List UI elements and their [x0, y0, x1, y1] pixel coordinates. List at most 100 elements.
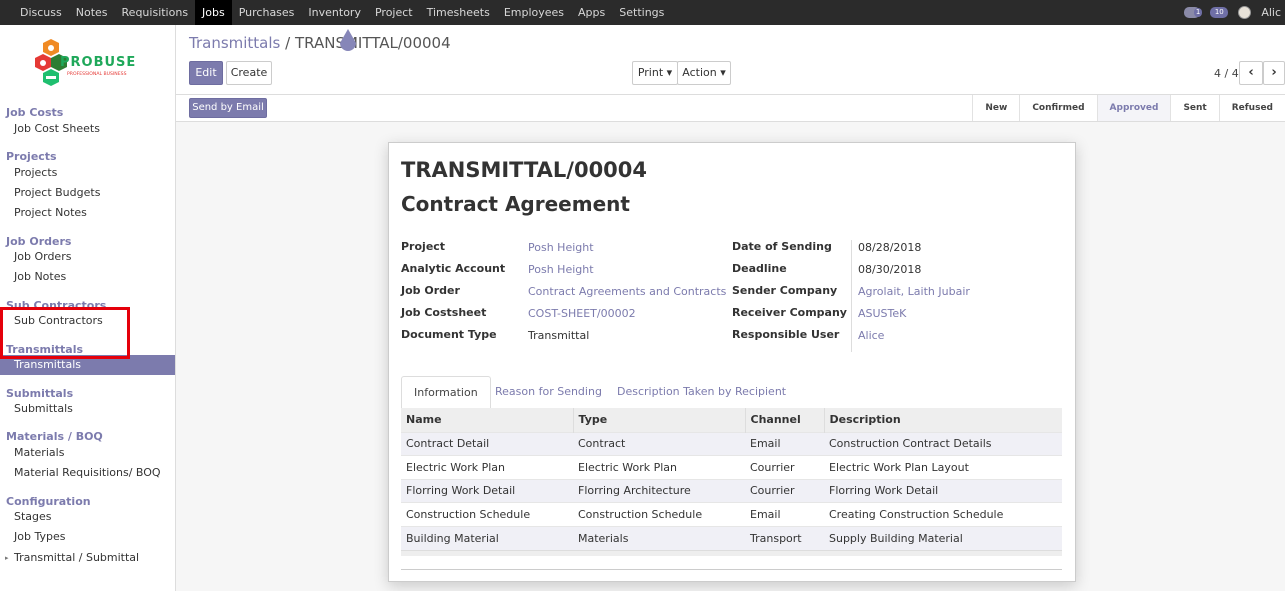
- top-menu-project[interactable]: Project: [368, 0, 420, 25]
- breadcrumb: Transmittals / TRANSMITTAL/00004: [189, 34, 451, 52]
- top-menu-apps[interactable]: Apps: [571, 0, 612, 25]
- top-menu-requisitions[interactable]: Requisitions: [115, 0, 196, 25]
- top-menu-jobs[interactable]: Jobs: [195, 0, 232, 25]
- sidebar-item-submittals[interactable]: Submittals: [0, 399, 175, 419]
- field-value-project[interactable]: Posh Height: [528, 241, 594, 254]
- sidebar-item-job-orders[interactable]: Job Orders: [0, 247, 175, 267]
- field-value-job-order[interactable]: Contract Agreements and Contracts: [528, 285, 726, 298]
- top-menu-employees[interactable]: Employees: [497, 0, 571, 25]
- table-cell-channel: Courrier: [745, 455, 824, 480]
- table-header-row: Name Type Channel Description: [401, 408, 1062, 432]
- breadcrumb-current: TRANSMITTAL/00004: [294, 34, 451, 52]
- information-table: Name Type Channel Description Contract Deta…: [401, 408, 1062, 550]
- stage-confirmed[interactable]: Confirmed: [1019, 95, 1096, 121]
- tab-information[interactable]: Information: [401, 376, 491, 409]
- column-header-name[interactable]: Name: [401, 408, 573, 432]
- statusbar: Send by Email New Confirmed Approved Sent Re…: [176, 94, 1285, 122]
- column-header-channel[interactable]: Channel: [744, 408, 824, 432]
- field-value-job-costsheet[interactable]: COST-SHEET/00002: [528, 307, 636, 320]
- table-row[interactable]: Electric Work Plan Electric Work Plan Cour…: [401, 455, 1062, 480]
- field-label-date-of-sending: Date of Sending: [732, 240, 832, 253]
- print-button[interactable]: Print ▾: [632, 61, 678, 85]
- record-reference: TRANSMITTAL/00004: [401, 158, 648, 182]
- sidebar-item-projects[interactable]: Projects: [0, 163, 175, 183]
- top-menu-settings[interactable]: Settings: [612, 0, 671, 25]
- field-label-job-costsheet: Job Costsheet: [401, 306, 487, 319]
- sidebar-item-job-cost-sheets[interactable]: Job Cost Sheets: [0, 119, 175, 139]
- column-header-description[interactable]: Description: [823, 408, 1062, 432]
- sidebar-item-transmittal-submittal[interactable]: Transmittal / Submittal: [0, 548, 175, 568]
- table-cell-channel: Email: [745, 431, 824, 456]
- user-name[interactable]: Alic: [1261, 6, 1281, 19]
- table-cell-description: Construction Contract Details: [824, 431, 1062, 456]
- top-menu-inventory[interactable]: Inventory: [301, 0, 368, 25]
- top-menu-purchases[interactable]: Purchases: [232, 0, 302, 25]
- pager-next-button[interactable]: ›: [1263, 61, 1285, 85]
- field-divider: [851, 240, 852, 352]
- sidebar-item-stages[interactable]: Stages: [0, 507, 175, 527]
- sidebar-item-material-requisitions-boq[interactable]: Material Requisitions/ BOQ: [0, 463, 175, 483]
- field-value-analytic-account[interactable]: Posh Height: [528, 263, 594, 276]
- field-label-sender-company: Sender Company: [732, 284, 838, 297]
- record-name: Contract Agreement: [401, 192, 630, 216]
- main-menu: Discuss Notes Requisitions Jobs Purchases Inv…: [13, 0, 671, 25]
- chevron-right-icon: ›: [1271, 65, 1277, 80]
- table-cell-channel: Courrier: [745, 478, 824, 503]
- table-cell-name: Electric Work Plan: [401, 455, 573, 480]
- caret-down-icon: ▾: [720, 66, 726, 79]
- table-cell-channel: Transport: [745, 525, 824, 550]
- activity-count-badge[interactable]: 10: [1210, 7, 1229, 18]
- stage-pipeline: New Confirmed Approved Sent Refused: [972, 95, 1285, 121]
- field-label-deadline: Deadline: [732, 262, 787, 275]
- sidebar-item-project-budgets[interactable]: Project Budgets: [0, 183, 175, 203]
- send-by-email-button[interactable]: Send by Email: [189, 98, 267, 118]
- field-label-responsible-user: Responsible User: [732, 328, 840, 341]
- stage-approved[interactable]: Approved: [1096, 95, 1171, 121]
- print-label: Print: [637, 66, 664, 79]
- chat-count: 1: [1193, 8, 1203, 17]
- user-avatar[interactable]: [1238, 6, 1252, 19]
- action-button[interactable]: Action ▾: [677, 61, 731, 85]
- table-cell-name: Contract Detail: [401, 431, 573, 456]
- table-row[interactable]: Construction Schedule Construction Schedu…: [401, 502, 1062, 527]
- action-label: Action: [682, 66, 717, 79]
- top-menu-timesheets[interactable]: Timesheets: [420, 0, 497, 25]
- tab-description-taken-by-recipient[interactable]: Description Taken by Recipient: [605, 376, 798, 409]
- field-value-receiver-company[interactable]: ASUSTeK: [858, 307, 906, 320]
- column-header-type[interactable]: Type: [572, 408, 745, 432]
- sidebar-item-job-types[interactable]: Job Types: [0, 527, 175, 547]
- field-value-responsible-user[interactable]: Alice: [858, 329, 884, 342]
- field-value-date-of-sending: 08/28/2018: [858, 241, 922, 254]
- pager-previous-button[interactable]: ‹: [1239, 61, 1263, 85]
- breadcrumb-parent[interactable]: Transmittals: [189, 34, 280, 52]
- table-footer: [401, 550, 1062, 556]
- chat-icon[interactable]: 1: [1184, 7, 1203, 18]
- table-body: Contract Detail Contract Email Construction…: [401, 431, 1062, 550]
- stage-refused[interactable]: Refused: [1218, 95, 1285, 121]
- breadcrumb-separator: /: [285, 34, 291, 52]
- edit-button[interactable]: Edit: [189, 61, 223, 85]
- stage-sent[interactable]: Sent: [1170, 95, 1218, 121]
- tab-reason-for-sending[interactable]: Reason for Sending: [483, 376, 614, 409]
- sidebar-section-materials-boq: Materials / BOQ: [6, 430, 103, 443]
- sidebar-item-materials[interactable]: Materials: [0, 443, 175, 463]
- top-menu-notes[interactable]: Notes: [69, 0, 115, 25]
- sidebar-section-job-costs: Job Costs: [6, 106, 64, 119]
- table-cell-description: Florring Work Detail: [824, 478, 1062, 503]
- table-row[interactable]: Contract Detail Contract Email Construction…: [401, 431, 1062, 456]
- table-bottom-divider: [401, 569, 1062, 570]
- systray: 1 10 Alic: [1184, 0, 1285, 25]
- stage-new[interactable]: New: [972, 95, 1019, 121]
- field-value-sender-company[interactable]: Agrolait, Laith Jubair: [858, 285, 970, 298]
- create-button[interactable]: Create: [226, 61, 272, 85]
- table-cell-name: Construction Schedule: [401, 502, 573, 527]
- table-row[interactable]: Building Material Materials Transport Suppl…: [401, 525, 1062, 550]
- notebook-tabs: Information Reason for Sending Description…: [401, 376, 1062, 409]
- top-menu-discuss[interactable]: Discuss: [13, 0, 69, 25]
- pager-value[interactable]: 4 / 4: [1214, 67, 1239, 80]
- table-cell-name: Florring Work Detail: [401, 478, 573, 503]
- sidebar-item-job-notes[interactable]: Job Notes: [0, 267, 175, 287]
- table-cell-description: Electric Work Plan Layout: [824, 455, 1062, 480]
- table-row[interactable]: Florring Work Detail Florring Architectur…: [401, 478, 1062, 503]
- sidebar-item-project-notes[interactable]: Project Notes: [0, 203, 175, 223]
